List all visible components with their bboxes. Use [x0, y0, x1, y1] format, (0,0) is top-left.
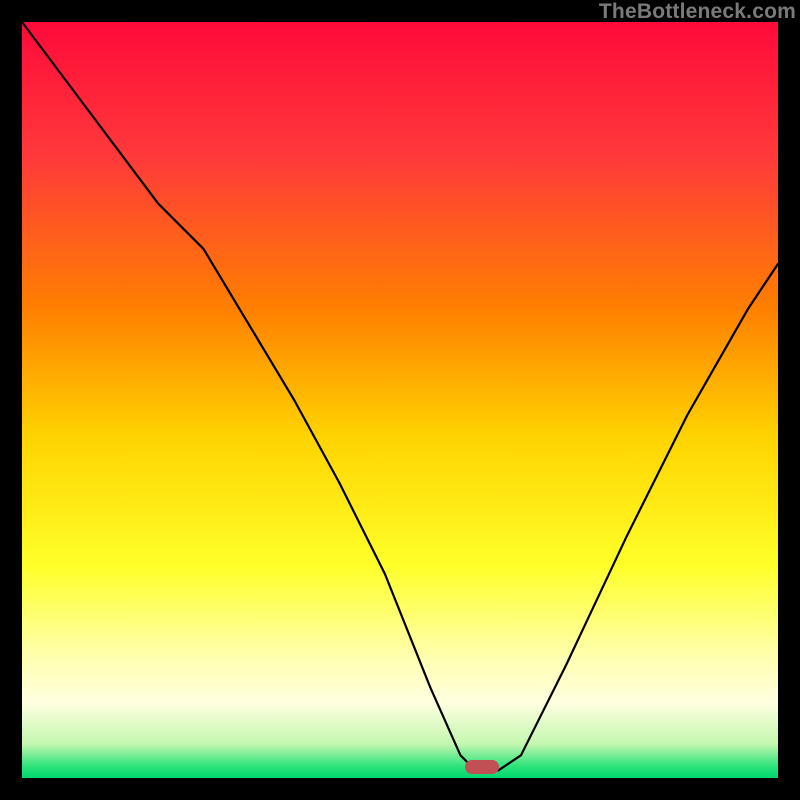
chart-frame: TheBottleneck.com — [0, 0, 800, 800]
optimal-marker — [465, 760, 499, 774]
background-gradient — [22, 22, 778, 778]
plot-area — [22, 22, 778, 778]
watermark-text: TheBottleneck.com — [599, 0, 796, 24]
